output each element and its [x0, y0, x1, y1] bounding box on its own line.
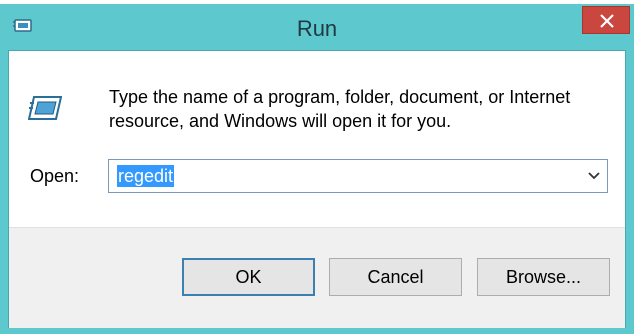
open-input[interactable]: regedit — [117, 165, 175, 187]
browse-button[interactable]: Browse... — [477, 258, 610, 296]
dialog-description: Type the name of a program, folder, docu… — [109, 87, 571, 131]
open-label: Open: — [30, 166, 80, 186]
run-dialog: Run Type the name of a program, folder, … — [0, 0, 634, 334]
ok-button[interactable]: OK — [182, 258, 315, 296]
close-button[interactable] — [582, 6, 630, 34]
title-bar[interactable]: Run — [0, 4, 634, 48]
chevron-down-icon — [588, 172, 600, 180]
dialog-body: Type the name of a program, folder, docu… — [8, 50, 626, 328]
dropdown-button[interactable] — [583, 161, 605, 191]
close-icon — [600, 14, 614, 28]
open-combobox[interactable]: regedit — [108, 159, 608, 193]
window-title: Run — [296, 16, 338, 41]
cancel-button[interactable]: Cancel — [329, 258, 462, 296]
run-program-icon — [27, 95, 63, 121]
